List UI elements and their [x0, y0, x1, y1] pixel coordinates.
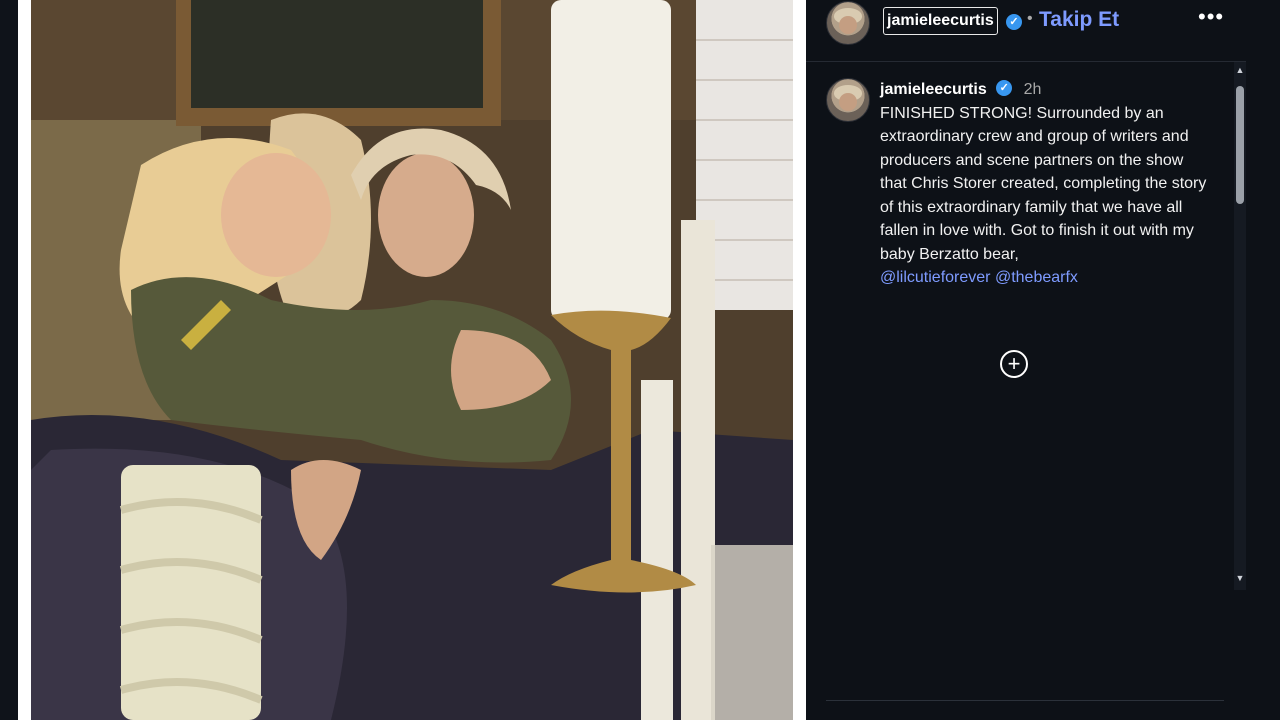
post-caption: jamieleecurtis ✓ 2h FINISHED STRONG! Sur… [880, 78, 1210, 290]
avatar-face [839, 93, 857, 111]
post-header: jamieleecurtis ✓ • Takip Et ••• [806, 0, 1246, 62]
separator-dot: • [1027, 10, 1033, 27]
avatar-face [839, 16, 857, 34]
caption-author-avatar[interactable] [826, 78, 870, 122]
post-detail-panel: jamieleecurtis ✓ • Takip Et ••• jamielee… [806, 0, 1247, 720]
verified-badge-icon: ✓ [1006, 14, 1022, 30]
follow-button[interactable]: Takip Et [1039, 8, 1119, 32]
post-photo[interactable] [31, 0, 793, 720]
load-more-comments-icon[interactable]: + [1000, 350, 1028, 378]
more-options-icon[interactable]: ••• [1198, 4, 1224, 30]
photo-illustration [31, 0, 793, 720]
author-avatar[interactable] [826, 1, 870, 45]
caption-text: FINISHED STRONG! Surrounded by an extrao… [880, 104, 1207, 263]
scroll-up-arrow-icon[interactable]: ▲ [1234, 64, 1246, 76]
caption-verified-badge-icon: ✓ [996, 79, 1013, 96]
comments-scrollbar[interactable]: ▲ ▼ [1234, 62, 1246, 590]
scroll-thumb[interactable] [1236, 86, 1244, 204]
comments-area: jamieleecurtis ✓ 2h FINISHED STRONG! Sur… [806, 62, 1234, 590]
right-margin [1246, 0, 1280, 720]
caption-timestamp[interactable]: 2h [1024, 81, 1042, 98]
caption-username-link[interactable]: jamieleecurtis [880, 81, 987, 98]
mention-link-thebearfx[interactable]: @thebearfx [995, 269, 1078, 286]
scroll-down-arrow-icon[interactable]: ▼ [1234, 572, 1246, 584]
actions-divider [826, 700, 1224, 701]
author-username-link[interactable]: jamieleecurtis [883, 7, 998, 35]
mention-link-lilcutieforever[interactable]: @lilcutieforever [880, 269, 991, 286]
